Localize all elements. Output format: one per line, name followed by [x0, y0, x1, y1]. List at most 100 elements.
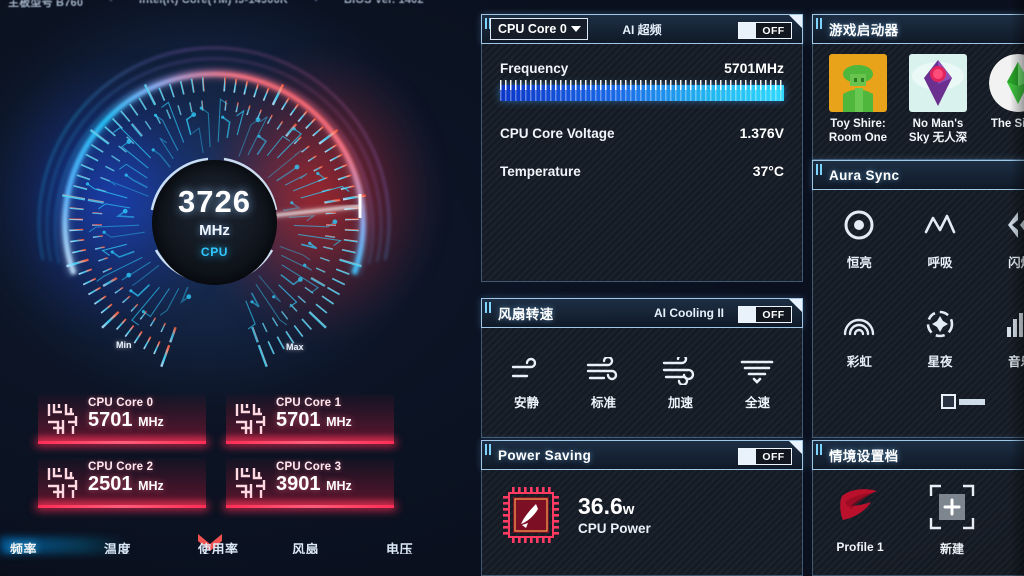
core-value: 5701 MHz — [276, 409, 394, 432]
game-launcher-panel: 游戏启动器 Toy Shire: Room One No Man's Sky 无… — [812, 14, 1024, 160]
bios-version: BIOS Ver. 1402 — [343, 0, 424, 6]
profile-panel-body: Profile 1 新建 — [812, 470, 1024, 576]
core-name: CPU Core 3 — [276, 461, 342, 473]
aura-effect-grid: 恒亮 呼吸 闪烁 — [813, 208, 1024, 370]
gauge-readout: 3726 MHz CPU — [152, 160, 277, 285]
tab-frequency[interactable]: 频率 — [0, 539, 94, 554]
core-value-number: 3901 — [276, 473, 321, 495]
fan-panel-body: 安静 标准 加速 全速 — [481, 328, 803, 438]
circuit-trace-icon — [47, 468, 78, 498]
aura-panel-header: Aura Sync — [812, 160, 1024, 190]
aura-effect-rainbow[interactable]: 彩虹 — [819, 307, 900, 370]
tab-fan[interactable]: 风扇 — [282, 539, 376, 554]
cpu-panel-header: CPU Core 0 AI 超频 OFF — [481, 14, 803, 44]
game-item[interactable]: No Man's Sky 无人深 — [905, 54, 971, 145]
aura-effect-static[interactable]: 恒亮 — [819, 208, 900, 271]
aisuite-dashboard: 主板型号 B760 - Intel(R) Core(TM) i9-14900K … — [0, 0, 1024, 576]
core-value-unit: MHz — [138, 479, 164, 493]
no-mans-sky-icon — [909, 54, 967, 112]
ai-cooling-toggle[interactable]: OFF — [738, 306, 792, 323]
power-panel-title: Power Saving — [498, 447, 592, 463]
profile-item[interactable]: Profile 1 — [827, 482, 893, 557]
cpu-core-list: CPU Core 0 5701 MHz CPU Core 1 5701 MHz — [38, 394, 418, 508]
toggle-knob — [739, 23, 756, 38]
wind-fullspeed-icon — [740, 360, 773, 384]
aura-effect-starry[interactable]: 星夜 — [900, 307, 981, 370]
toy-soldier-icon — [829, 54, 887, 112]
fan-mode-fullspeed[interactable]: 全速 — [719, 357, 796, 411]
temperature-label: Temperature — [500, 164, 581, 179]
aura-sync-panel: Aura Sync 恒亮 呼吸 彩虹 星夜 — [812, 160, 1024, 438]
circuit-trace-icon — [235, 404, 266, 434]
profile-panel: 情境设置档 Profile 1 新建 — [812, 440, 1024, 576]
core-value-number: 5701 — [276, 409, 321, 431]
system-info-bar: 主板型号 B760 - Intel(R) Core(TM) i9-14900K … — [0, 0, 1024, 14]
tab-voltage[interactable]: 电压 — [376, 539, 470, 554]
core-select-dropdown[interactable]: CPU Core 0 — [490, 18, 588, 40]
gauge-min-label: Min — [116, 340, 132, 350]
game-panel-title: 游戏启动器 — [829, 23, 899, 38]
tab-temperature[interactable]: 温度 — [94, 539, 188, 554]
gauge-unit: MHz — [199, 222, 230, 239]
breathing-wave-icon — [924, 214, 956, 234]
right-edge-shadow — [1010, 0, 1024, 576]
slider-track[interactable] — [959, 398, 985, 405]
voltage-value: 1.376V — [739, 125, 784, 141]
power-saving-toggle[interactable]: OFF — [738, 448, 792, 465]
core-card[interactable]: CPU Core 3 3901 MHz — [226, 458, 394, 508]
core-card[interactable]: CPU Core 0 5701 MHz — [38, 394, 206, 444]
fan-panel-title: 风扇转速 — [498, 307, 554, 322]
toggle-state-label: OFF — [762, 450, 785, 463]
frequency-bar-ticks — [500, 80, 784, 90]
aura-effect-breathing[interactable]: 呼吸 — [900, 208, 981, 271]
tab-usage[interactable]: 使用率 — [188, 539, 282, 554]
ai-overclock-toggle[interactable]: OFF — [738, 22, 792, 39]
core-card[interactable]: CPU Core 2 2501 MHz — [38, 458, 206, 508]
brightness-slider[interactable] — [941, 394, 985, 409]
game-list: Toy Shire: Room One No Man's Sky 无人深 The — [825, 54, 1024, 145]
rog-logo-icon — [835, 482, 885, 532]
wind-quiet-icon — [511, 357, 536, 377]
cpu-power-number: 36.6 — [578, 492, 623, 519]
core-value-unit: MHz — [138, 415, 164, 429]
ai-cooling-label: AI Cooling II — [654, 306, 724, 320]
aura-effect-label: 彩虹 — [846, 355, 872, 369]
fan-speed-panel: 风扇转速 AI Cooling II OFF 安静 标准 加速 全速 — [481, 298, 803, 438]
cpu-panel-body: Frequency 5701MHz CPU Core Voltage 1.376… — [481, 44, 803, 282]
aura-effect-label: 恒亮 — [846, 256, 872, 270]
aura-effect-label: 呼吸 — [927, 256, 953, 270]
toggle-state-label: OFF — [762, 24, 785, 37]
fan-panel-header: 风扇转速 AI Cooling II OFF — [481, 298, 803, 328]
cpu-monitor-column: 3726 MHz CPU Min Max CPU Core 0 5701 MHz… — [0, 14, 470, 554]
profile-name: 新建 — [939, 542, 964, 556]
fan-mode-turbo[interactable]: 加速 — [642, 356, 719, 411]
cpu-power-caption: CPU Power — [578, 521, 651, 537]
cpu-frequency-gauge: 3726 MHz CPU Min Max — [0, 24, 436, 374]
frequency-bar — [500, 80, 784, 101]
core-name: CPU Core 0 — [88, 397, 154, 409]
cpu-detail-panel: CPU Core 0 AI 超频 OFF Frequency 5701MHz C… — [481, 14, 803, 282]
game-panel-header: 游戏启动器 — [812, 14, 1024, 44]
fan-mode-standard[interactable]: 标准 — [565, 356, 642, 411]
plus-add-icon — [927, 482, 977, 532]
profile-item-new[interactable]: 新建 — [919, 482, 985, 557]
slider-handle[interactable] — [941, 394, 956, 409]
frequency-label: Frequency — [500, 61, 569, 76]
aura-effect-label: 星夜 — [927, 355, 953, 369]
profile-panel-header: 情境设置档 — [812, 440, 1024, 470]
fan-mode-label: 标准 — [590, 395, 616, 410]
rainbow-arc-icon — [844, 318, 875, 336]
temperature-value: 37°C — [752, 163, 784, 179]
toggle-knob — [739, 449, 756, 464]
temperature-row: Temperature 37°C — [500, 163, 784, 179]
game-item[interactable]: Toy Shire: Room One — [825, 54, 891, 145]
fan-mode-label: 加速 — [667, 395, 693, 410]
wind-standard-icon — [586, 356, 617, 380]
core-select-value: CPU Core 0 — [498, 22, 567, 36]
fan-mode-quiet[interactable]: 安静 — [488, 357, 565, 411]
frequency-row: Frequency 5701MHz — [500, 60, 784, 76]
core-card[interactable]: CPU Core 1 5701 MHz — [226, 394, 394, 444]
core-value-number: 5701 — [88, 409, 133, 431]
power-panel-body: 36.6w CPU Power — [481, 470, 803, 576]
game-name: Toy Shire: Room One — [828, 118, 888, 145]
